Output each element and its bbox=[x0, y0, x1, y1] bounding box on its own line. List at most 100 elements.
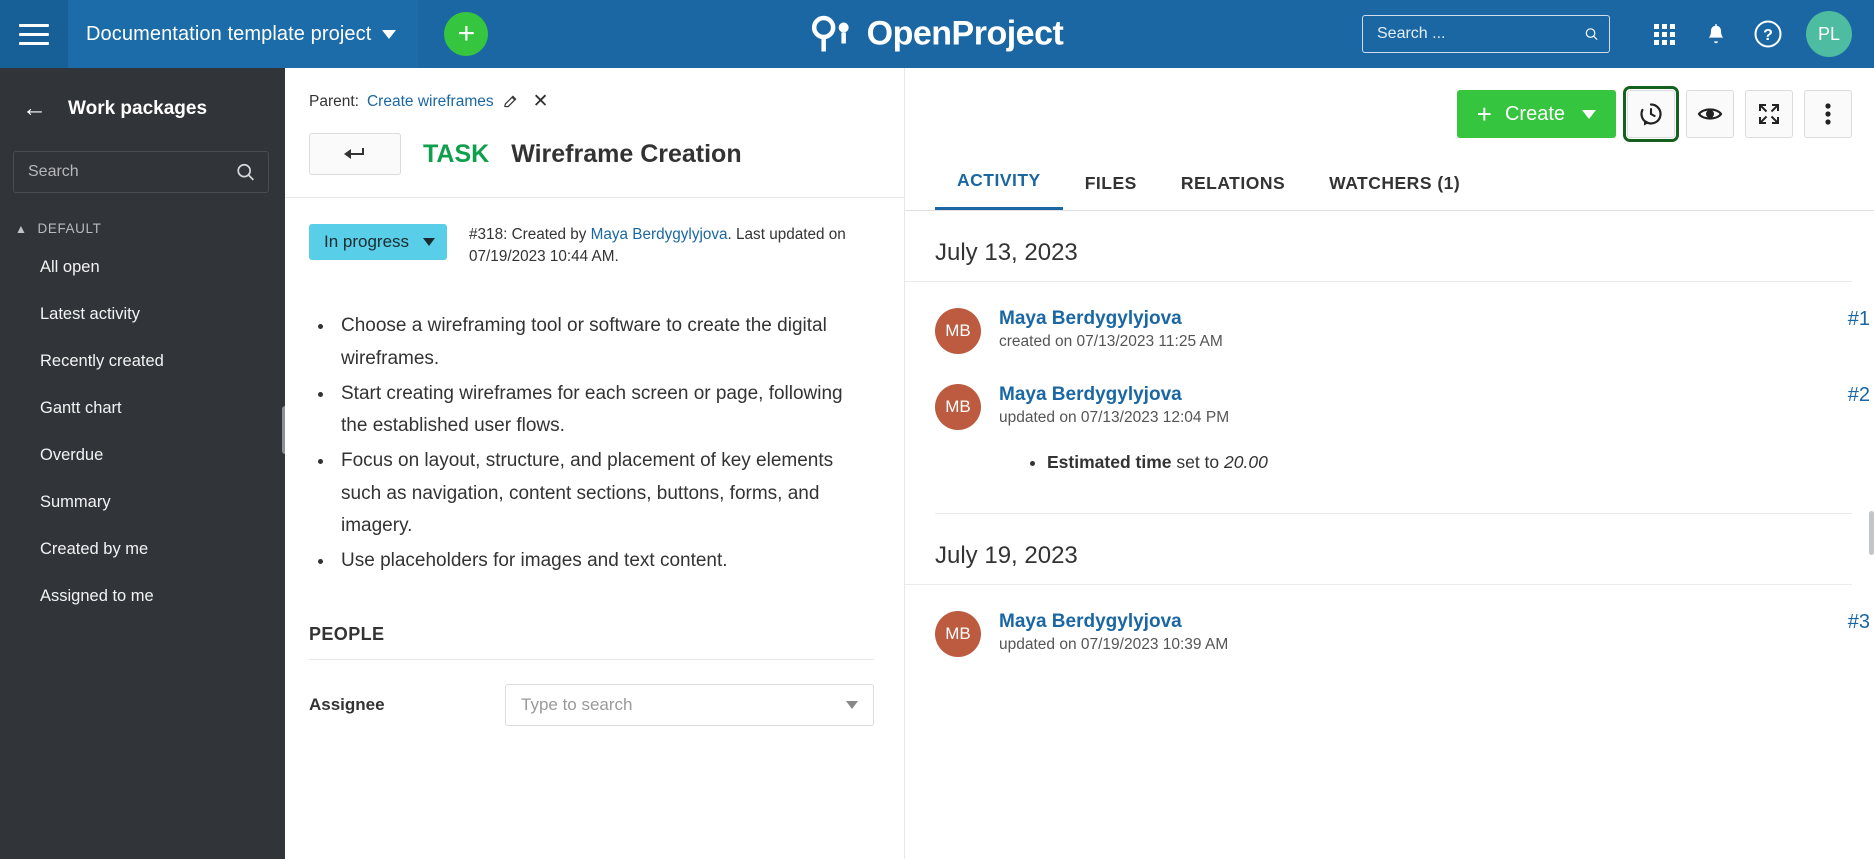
activity-entry: MB Maya Berdygylyjova updated on 07/13/2… bbox=[905, 358, 1874, 479]
page-title[interactable]: Wireframe Creation bbox=[511, 140, 741, 169]
activity-history-icon bbox=[1640, 103, 1662, 126]
avatar: MB bbox=[935, 308, 981, 354]
sidebar-search-box[interactable] bbox=[13, 151, 269, 193]
activity-day-header: July 19, 2023 bbox=[905, 514, 1852, 586]
activity-day-header: July 13, 2023 bbox=[905, 211, 1852, 282]
eye-watch-icon bbox=[1697, 108, 1723, 120]
activity-entry: MB Maya Berdygylyjova updated on 07/19/2… bbox=[905, 585, 1874, 661]
assignee-label: Assignee bbox=[309, 694, 385, 714]
description-list: Choose a wireframing tool or software to… bbox=[285, 268, 904, 577]
activity-entry-body: Maya Berdygylyjova created on 07/13/2023… bbox=[999, 308, 1852, 354]
header-actions: ? PL bbox=[1362, 8, 1874, 60]
back-button[interactable] bbox=[309, 133, 401, 175]
meta-prefix: #318: Created by bbox=[469, 226, 591, 243]
global-add-button[interactable]: + bbox=[444, 12, 489, 56]
sidebar-item-label: Created by me bbox=[40, 540, 149, 558]
sidebar-item-created-by-me[interactable]: Created by me bbox=[0, 526, 285, 573]
create-button-label: Create bbox=[1504, 102, 1565, 125]
tab-relations[interactable]: RELATIONS bbox=[1159, 163, 1307, 210]
change-field-label: Estimated time bbox=[1047, 452, 1172, 472]
chevron-up-icon: ▲ bbox=[15, 221, 28, 236]
sidebar-item-all-open[interactable]: All open bbox=[0, 244, 285, 291]
tab-files[interactable]: FILES bbox=[1063, 163, 1159, 210]
grid-icon bbox=[1653, 23, 1675, 45]
tab-watchers[interactable]: WATCHERS (1) bbox=[1307, 163, 1482, 210]
activity-anchor-link[interactable]: #3 bbox=[1848, 611, 1870, 634]
activity-history-button[interactable] bbox=[1623, 86, 1679, 142]
app-root: Documentation template project + OpenPro… bbox=[0, 0, 1874, 859]
sidebar-item-gantt-chart[interactable]: Gantt chart bbox=[0, 385, 285, 432]
plus-icon: + bbox=[457, 17, 476, 50]
work-package-details: Parent: Create wireframes ✕ TASK Wirefra… bbox=[285, 68, 905, 859]
plus-icon: + bbox=[1476, 99, 1492, 129]
description-item: Use placeholders for images and text con… bbox=[335, 545, 874, 578]
global-search-box[interactable] bbox=[1362, 15, 1610, 53]
openproject-logo[interactable]: OpenProject bbox=[811, 15, 1064, 54]
status-badge[interactable]: In progress bbox=[309, 224, 448, 260]
arrow-back-icon bbox=[344, 148, 364, 159]
sidebar-item-label: Gantt chart bbox=[40, 399, 122, 417]
parent-link[interactable]: Create wireframes bbox=[367, 93, 494, 111]
activity-user-link[interactable]: Maya Berdygylyjova bbox=[999, 611, 1852, 633]
sidebar-item-label: All open bbox=[40, 258, 100, 276]
sidebar-item-recently-created[interactable]: Recently created bbox=[0, 338, 285, 385]
activity-entry: MB Maya Berdygylyjova created on 07/13/2… bbox=[905, 282, 1874, 358]
activity-scrollbar[interactable] bbox=[1869, 511, 1874, 555]
top-header: Documentation template project + OpenPro… bbox=[0, 0, 1874, 68]
sidebar-section-label: DEFAULT bbox=[37, 221, 102, 236]
sidebar: ← Work packages ▲ DEFAULT All open Lates… bbox=[0, 68, 288, 859]
watch-button[interactable] bbox=[1686, 90, 1734, 138]
sidebar-item-label: Assigned to me bbox=[40, 587, 154, 605]
change-middle-text: set to bbox=[1171, 452, 1225, 472]
sidebar-item-assigned-to-me[interactable]: Assigned to me bbox=[0, 573, 285, 620]
project-selector[interactable]: Documentation template project bbox=[68, 0, 419, 68]
meta-author-link[interactable]: Maya Berdygylyjova bbox=[591, 226, 728, 243]
activity-user-link[interactable]: Maya Berdygylyjova bbox=[999, 384, 1852, 406]
openproject-mark-icon bbox=[811, 15, 849, 51]
activity-user-link[interactable]: Maya Berdygylyjova bbox=[999, 308, 1852, 330]
activity-anchor-link[interactable]: #2 bbox=[1848, 384, 1870, 407]
hamburger-icon bbox=[19, 23, 49, 45]
search-icon bbox=[1585, 28, 1598, 41]
create-button[interactable]: + Create bbox=[1456, 90, 1616, 138]
sidebar-item-overdue[interactable]: Overdue bbox=[0, 432, 285, 479]
pencil-icon[interactable] bbox=[502, 93, 519, 110]
fullscreen-button[interactable] bbox=[1745, 90, 1793, 138]
work-package-title-row: TASK Wireframe Creation bbox=[285, 113, 904, 175]
avatar: MB bbox=[935, 611, 981, 658]
chevron-down-icon bbox=[423, 238, 436, 246]
more-vertical-icon bbox=[1825, 103, 1831, 125]
activity-entry-body: Maya Berdygylyjova updated on 07/19/2023… bbox=[999, 611, 1852, 657]
work-package-meta: In progress #318: Created by Maya Berdyg… bbox=[285, 197, 904, 268]
activity-list: July 13, 2023 MB Maya Berdygylyjova crea… bbox=[905, 211, 1874, 833]
assignee-select[interactable]: Type to search bbox=[505, 683, 874, 726]
sidebar-item-latest-activity[interactable]: Latest activity bbox=[0, 291, 285, 338]
search-icon bbox=[237, 163, 254, 181]
sidebar-title: Work packages bbox=[68, 97, 208, 119]
global-search-input[interactable] bbox=[1377, 25, 1584, 43]
arrow-left-icon[interactable]: ← bbox=[22, 96, 56, 121]
sidebar-section-default[interactable]: ▲ DEFAULT bbox=[0, 193, 285, 244]
logo-text: OpenProject bbox=[866, 14, 1064, 53]
change-value: 20.00 bbox=[1224, 452, 1268, 472]
description-item: Start creating wireframes for each scree… bbox=[335, 378, 874, 443]
sidebar-item-label: Latest activity bbox=[40, 305, 140, 323]
menu-toggle-button[interactable] bbox=[0, 0, 68, 68]
user-avatar[interactable]: PL bbox=[1806, 11, 1852, 57]
modules-button[interactable] bbox=[1638, 8, 1690, 60]
sidebar-item-label: Recently created bbox=[40, 352, 164, 370]
more-menu-button[interactable] bbox=[1804, 90, 1852, 138]
activity-anchor-link[interactable]: #1 bbox=[1848, 308, 1870, 331]
notifications-button[interactable] bbox=[1690, 8, 1742, 60]
project-name-label: Documentation template project bbox=[86, 22, 372, 45]
sidebar-item-label: Summary bbox=[40, 493, 111, 511]
description-item: Choose a wireframing tool or software to… bbox=[335, 310, 874, 375]
work-package-view: Parent: Create wireframes ✕ TASK Wirefra… bbox=[285, 68, 1874, 859]
close-icon[interactable]: ✕ bbox=[533, 90, 549, 113]
chevron-down-icon bbox=[846, 700, 858, 709]
sidebar-item-summary[interactable]: Summary bbox=[0, 479, 285, 526]
help-button[interactable]: ? bbox=[1742, 8, 1794, 60]
fullscreen-expand-icon bbox=[1759, 104, 1779, 124]
tab-activity[interactable]: ACTIVITY bbox=[935, 160, 1063, 210]
sidebar-search-input[interactable] bbox=[28, 163, 235, 181]
